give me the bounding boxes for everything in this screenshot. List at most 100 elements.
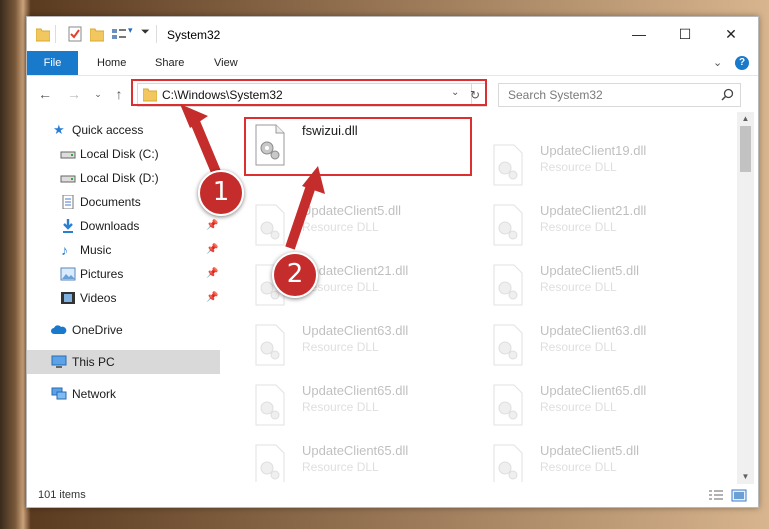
file-description: Resource DLL [540, 280, 617, 294]
sidebar-item-network[interactable]: Network [27, 382, 220, 406]
search-placeholder: Search System32 [508, 88, 603, 102]
step-badge-1: 1 [198, 170, 244, 216]
vertical-scrollbar[interactable]: ▲ ▼ [737, 112, 754, 484]
file-description: Resource DLL [540, 460, 617, 474]
file-name: UpdateClient19.dll [540, 143, 647, 158]
dll-file-icon [493, 144, 523, 186]
videos-icon [61, 292, 75, 304]
file-description: Resource DLL [540, 220, 617, 234]
sidebar-item-music[interactable]: ♪ Music 📌 [27, 238, 220, 262]
sidebar-item-label: Documents [80, 195, 141, 209]
expand-ribbon-icon[interactable]: ⌄ [713, 56, 722, 69]
new-folder-icon[interactable] [90, 26, 104, 42]
pin-icon[interactable]: 📌 [206, 262, 218, 286]
address-bar-highlight [131, 79, 487, 106]
file-description: Resource DLL [302, 460, 379, 474]
pictures-icon [60, 267, 76, 281]
search-icon [721, 88, 734, 101]
file-description: Resource DLL [540, 160, 617, 174]
status-bar: 101 items [27, 484, 758, 507]
large-icons-view-icon[interactable] [731, 489, 747, 502]
sidebar-item-this-pc[interactable]: This PC [27, 350, 220, 374]
step-badge-2: 2 [272, 252, 318, 298]
pin-icon[interactable]: 📌 [206, 214, 218, 238]
sidebar-item-documents[interactable]: Documents [27, 190, 220, 214]
scroll-up-icon[interactable]: ▲ [737, 112, 754, 126]
title-bar: ▾ ⏷ System32 — ☐ ✕ [27, 17, 758, 51]
help-icon[interactable]: ? [735, 56, 749, 70]
sidebar-item-local-disk-c[interactable]: Local Disk (C:) [27, 142, 220, 166]
window-title: System32 [167, 28, 221, 42]
search-input[interactable]: Search System32 [498, 83, 741, 107]
file-name: UpdateClient65.dll [302, 443, 409, 458]
sidebar-item-quick-access[interactable]: ★ Quick access [27, 118, 220, 142]
documents-icon [62, 195, 74, 209]
file-description: Resource DLL [302, 340, 379, 354]
minimize-button[interactable]: — [617, 23, 661, 45]
tab-home[interactable]: Home [97, 51, 126, 75]
pin-icon[interactable]: 📌 [206, 238, 218, 262]
tab-share[interactable]: Share [155, 51, 184, 75]
this-pc-icon [51, 355, 67, 368]
sidebar-item-label: Videos [80, 291, 117, 305]
dll-file-icon [493, 264, 523, 306]
file-name: UpdateClient5.dll [302, 203, 402, 218]
dll-file-icon [493, 444, 523, 482]
star-icon: ★ [53, 122, 65, 137]
dll-file-icon [255, 444, 285, 482]
sidebar-item-pictures[interactable]: Pictures 📌 [27, 262, 220, 286]
list-item[interactable]: UpdateClient5.dll Resource DLL [486, 440, 718, 482]
sidebar-item-label: Downloads [80, 219, 140, 233]
qat-dropdown-icon[interactable]: ⏷ [141, 26, 150, 39]
up-button[interactable]: ↑ [110, 85, 128, 103]
list-item[interactable]: UpdateClient65.dll Resource DLL [248, 380, 480, 436]
tab-view[interactable]: View [214, 51, 238, 75]
properties-icon[interactable] [67, 26, 83, 42]
sidebar-item-onedrive[interactable]: OneDrive [27, 318, 220, 342]
sidebar-item-label: OneDrive [72, 323, 123, 337]
dll-file-icon [255, 324, 285, 366]
list-item[interactable]: UpdateClient5.dll Resource DLL [486, 260, 718, 316]
navigation-pane: ★ Quick access Local Disk (C:) Local Dis… [27, 112, 220, 482]
item-count: 101 items [38, 489, 86, 501]
file-name: UpdateClient21.dll [540, 203, 647, 218]
file-highlight [244, 117, 472, 176]
list-item[interactable]: UpdateClient63.dll Resource DLL [248, 320, 480, 376]
network-icon [51, 387, 67, 400]
sidebar-item-label: Network [72, 387, 117, 401]
details-view-icon[interactable] [708, 489, 724, 502]
drive-icon [60, 151, 76, 159]
sidebar-item-label: This PC [72, 355, 115, 369]
scrollbar-thumb[interactable] [740, 126, 751, 172]
downloads-icon [63, 219, 73, 233]
sidebar-item-local-disk-d[interactable]: Local Disk (D:) [27, 166, 220, 190]
list-item[interactable]: UpdateClient19.dll Resource DLL [486, 140, 718, 196]
scroll-down-icon[interactable]: ▼ [737, 470, 754, 484]
list-item[interactable]: UpdateClient65.dll Resource DLL [248, 440, 480, 482]
onedrive-icon [51, 325, 67, 334]
file-name: UpdateClient63.dll [302, 323, 409, 338]
pin-icon[interactable]: 📌 [206, 286, 218, 310]
list-item[interactable]: UpdateClient5.dll Resource DLL [248, 200, 480, 256]
file-description: Resource DLL [540, 400, 617, 414]
sidebar-item-label: Pictures [80, 267, 124, 281]
sidebar-item-videos[interactable]: Videos 📌 [27, 286, 220, 310]
sidebar-item-label: Local Disk (D:) [80, 171, 159, 185]
customize-toolbar-icon[interactable] [111, 26, 127, 42]
dll-file-icon [493, 204, 523, 246]
sidebar-item-label: Local Disk (C:) [80, 147, 159, 161]
list-item[interactable]: UpdateClient21.dll Resource DLL [486, 200, 718, 256]
list-item[interactable]: UpdateClient65.dll Resource DLL [486, 380, 718, 436]
dropdown-chevron-icon[interactable]: ▾ [128, 25, 133, 36]
list-item[interactable]: UpdateClient63.dll Resource DLL [486, 320, 718, 376]
file-description: Resource DLL [302, 220, 379, 234]
sidebar-item-downloads[interactable]: Downloads 📌 [27, 214, 220, 238]
folder-icon [36, 28, 50, 42]
back-button[interactable]: ← [36, 85, 54, 103]
forward-button[interactable]: → [65, 85, 83, 103]
maximize-button[interactable]: ☐ [663, 23, 707, 45]
close-button[interactable]: ✕ [709, 23, 753, 45]
music-icon: ♪ [61, 242, 68, 258]
tab-file[interactable]: File [27, 51, 78, 75]
recent-locations-button[interactable]: ⌄ [89, 85, 107, 103]
